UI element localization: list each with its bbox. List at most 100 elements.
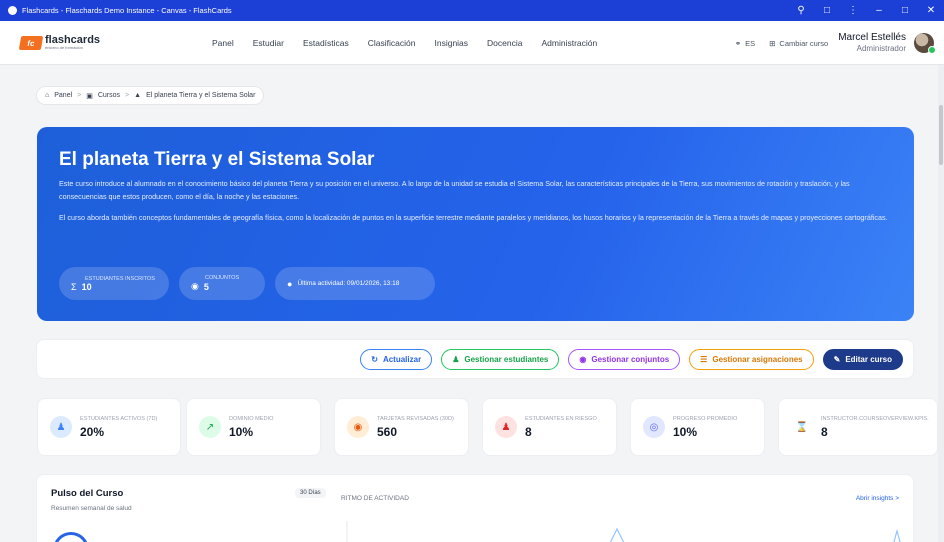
- edit-icon: ✎: [833, 354, 841, 364]
- open-insights-label: Abrir insights: [855, 495, 894, 502]
- brand-logo[interactable]: fc flashcards entorno de formación: [18, 35, 180, 50]
- breadcrumb-current: El planeta Tierra y el Sistema Solar: [146, 92, 256, 99]
- window-title: Flashcards - Flaschards Demo Instance - …: [22, 6, 232, 15]
- kpi-value: 10%: [673, 424, 698, 439]
- language-selector[interactable]: ⚭ ES: [735, 39, 755, 48]
- minimize-icon[interactable]: –: [866, 0, 892, 21]
- activity-sparkline: [346, 521, 901, 542]
- chevron-right-icon: >: [125, 92, 130, 99]
- activity-rhythm-label: RITMO DE ACTIVIDAD: [341, 495, 409, 502]
- page-scrollbar[interactable]: [938, 65, 944, 542]
- users-icon: ♟: [50, 416, 72, 438]
- kpi-label: INSTRUCTOR.COURSEOVERVIEW.KPIS.: [821, 415, 929, 422]
- kpi-value: 10%: [229, 424, 254, 439]
- globe-icon: ⚭: [734, 38, 742, 48]
- manage-assignments-label: Gestionar asignaciones: [712, 354, 803, 364]
- app-header: fc flashcards entorno de formación Panel…: [0, 21, 944, 65]
- avatar[interactable]: [914, 33, 936, 54]
- refresh-icon: ↻: [371, 354, 378, 364]
- refresh-label: Actualizar: [382, 354, 422, 364]
- scrollbar-thumb[interactable]: [939, 105, 943, 165]
- nav-insignias[interactable]: Insignias: [434, 38, 468, 48]
- more-icon[interactable]: ⋮: [840, 0, 866, 21]
- manage-students-button[interactable]: ♟ Gestionar estudiantes: [441, 348, 560, 370]
- pulse-subtitle: Resumen semanal de salud: [51, 505, 132, 512]
- switch-course-label: Cambiar curso: [779, 38, 829, 48]
- course-description-1: Este curso introduce al alumnado en el c…: [59, 179, 850, 201]
- window-titlebar: Flashcards - Flaschards Demo Instance - …: [0, 0, 944, 21]
- layers-icon: ◉: [191, 281, 199, 291]
- nav-estudiar[interactable]: Estudiar: [253, 38, 284, 48]
- sets-value: 5: [203, 281, 209, 292]
- kpi-active-students: ♟ ESTUDIANTES ACTIVOS (7D) 20%: [37, 398, 181, 456]
- kpi-value: 20%: [80, 424, 105, 439]
- refresh-button[interactable]: ↻ Actualizar: [360, 348, 433, 370]
- course-hero: El planeta Tierra y el Sistema Solar Est…: [37, 127, 914, 321]
- kpi-average-mastery: ↗ DOMINIO MEDIO 10%: [186, 398, 321, 456]
- sets-label: CONJUNTOS: [205, 275, 240, 281]
- close-icon[interactable]: ✕: [918, 0, 944, 21]
- sets-stat: CONJUNTOS ◉ 5: [179, 267, 265, 300]
- course-description-2: El curso aborda también conceptos fundam…: [59, 213, 888, 222]
- edit-course-button[interactable]: ✎ Editar curso: [822, 348, 903, 370]
- kpi-at-risk: ♟ ESTUDIANTES EN RIESGO 8: [482, 398, 617, 456]
- kpi-value: 8: [821, 424, 828, 439]
- logo-badge: fc: [18, 35, 44, 50]
- kpi-cards-reviewed: ◉ TARJETAS REVISADAS (30D) 560: [334, 398, 469, 456]
- chart-line-icon: ↗: [199, 416, 221, 438]
- course-actions: ↻ Actualizar ♟ Gestionar estudiantes ◉ G…: [36, 339, 914, 379]
- nav-administracion[interactable]: Administración: [541, 38, 597, 48]
- users-icon: ♟: [452, 354, 460, 364]
- manage-assignments-button[interactable]: ☰ Gestionar asignaciones: [689, 348, 814, 370]
- nav-panel[interactable]: Panel: [212, 38, 234, 48]
- breadcrumb-panel[interactable]: Panel: [54, 92, 72, 99]
- database-icon: ◉: [579, 354, 587, 364]
- open-insights-link[interactable]: Abrir insights >: [856, 495, 899, 502]
- grid-icon: ⊞: [769, 38, 776, 48]
- kpi-label: TARJETAS REVISADAS (30D): [377, 415, 454, 422]
- target-icon: ◎: [643, 416, 665, 438]
- activity-peak: [893, 528, 901, 542]
- kpi-value: 8: [525, 424, 532, 439]
- language-label: ES: [745, 38, 756, 48]
- app-icon: [8, 6, 17, 15]
- students-enrolled-value: 10: [81, 281, 92, 292]
- last-activity-stat: ● Última actividad: 09/01/2026, 13:18: [275, 267, 435, 300]
- clock-icon: ●: [287, 278, 293, 289]
- students-enrolled-stat: ESTUDIANTES INSCRITOS Σ 10: [59, 267, 169, 300]
- graduation-icon: ▲: [134, 92, 142, 99]
- pulse-title: Pulso del Curso: [51, 488, 124, 499]
- course-pulse-panel: Pulso del Curso Resumen semanal de salud…: [36, 474, 914, 542]
- activity-peak: [609, 527, 625, 542]
- course-title: El planeta Tierra y el Sistema Solar: [59, 149, 375, 170]
- search-icon[interactable]: ⚲: [788, 0, 814, 21]
- maximize-icon[interactable]: □: [892, 0, 918, 21]
- extensions-icon[interactable]: □: [814, 0, 840, 21]
- students-icon: Σ: [71, 281, 77, 292]
- breadcrumb-cursos[interactable]: Cursos: [98, 92, 120, 99]
- list-icon: ☰: [700, 354, 708, 364]
- user-role: Administrador: [856, 44, 906, 54]
- students-enrolled-label: ESTUDIANTES INSCRITOS: [85, 275, 155, 282]
- range-selector[interactable]: 30 Días: [295, 488, 326, 498]
- manage-sets-button[interactable]: ◉ Gestionar conjuntos: [568, 348, 681, 370]
- nav-clasificacion[interactable]: Clasificación: [368, 38, 416, 48]
- book-icon: ▣: [86, 92, 93, 100]
- hourglass-icon: ⌛: [791, 416, 813, 438]
- user-warning-icon: ♟: [495, 416, 517, 438]
- kpi-value: 560: [377, 424, 398, 439]
- switch-course-button[interactable]: ⊞ Cambiar curso: [769, 39, 828, 48]
- brand-tagline: entorno de formación: [45, 45, 83, 50]
- manage-sets-label: Gestionar conjuntos: [591, 354, 670, 364]
- home-icon: ⌂: [45, 92, 50, 99]
- chevron-right-icon: >: [77, 92, 82, 99]
- nav-docencia[interactable]: Docencia: [487, 38, 522, 48]
- kpi-average-progress: ◎ PROGRESO PROMEDIO 10%: [630, 398, 765, 456]
- user-menu[interactable]: Marcel Estellés Administrador: [838, 32, 906, 55]
- last-activity-text: Última actividad: 09/01/2026, 13:18: [297, 280, 400, 287]
- health-ring: [53, 532, 89, 542]
- kpi-label: ESTUDIANTES EN RIESGO: [525, 415, 597, 422]
- user-name: Marcel Estellés: [838, 31, 906, 43]
- nav-estadisticas[interactable]: Estadísticas: [303, 38, 349, 48]
- eye-icon: ◉: [347, 416, 369, 438]
